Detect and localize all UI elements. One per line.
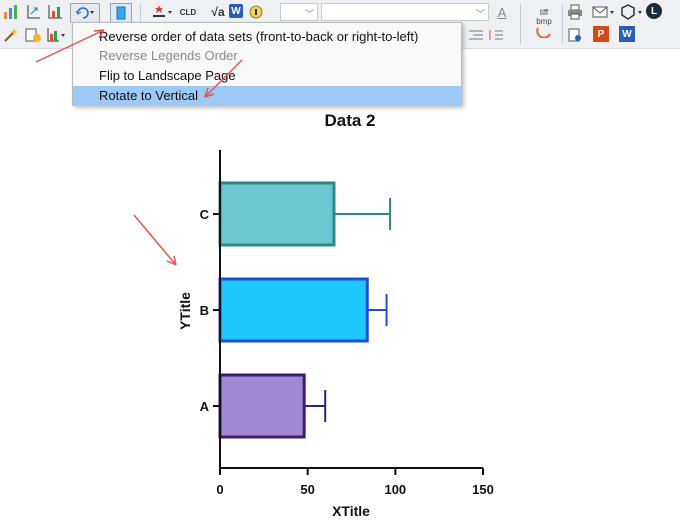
menu-item-rotate-vertical[interactable]: Rotate to Vertical	[73, 86, 461, 106]
bar-a	[218, 373, 306, 439]
x-axis-title: XTitle	[332, 503, 370, 519]
menu-item-reverse-data-sets[interactable]: Reverse order of data sets (front-to-bac…	[73, 27, 461, 47]
y-tick-label: A	[200, 399, 210, 414]
y-tick-label: B	[200, 303, 209, 318]
bar-c	[218, 181, 336, 247]
x-tick-label: 100	[384, 482, 406, 497]
y-axis-title: YTitle	[177, 292, 193, 330]
x-tick-label: 150	[472, 482, 494, 497]
bar-b	[218, 277, 369, 343]
menu-item-flip-landscape[interactable]: Flip to Landscape Page	[73, 66, 461, 86]
context-menu: Reverse order of data sets (front-to-bac…	[72, 22, 462, 106]
chart-title: Data 2	[324, 111, 375, 130]
x-tick-label: 50	[300, 482, 314, 497]
y-tick-label: C	[200, 207, 210, 222]
menu-item-reverse-legends[interactable]: Reverse Legends Order	[73, 46, 461, 66]
x-tick-label: 0	[216, 482, 223, 497]
